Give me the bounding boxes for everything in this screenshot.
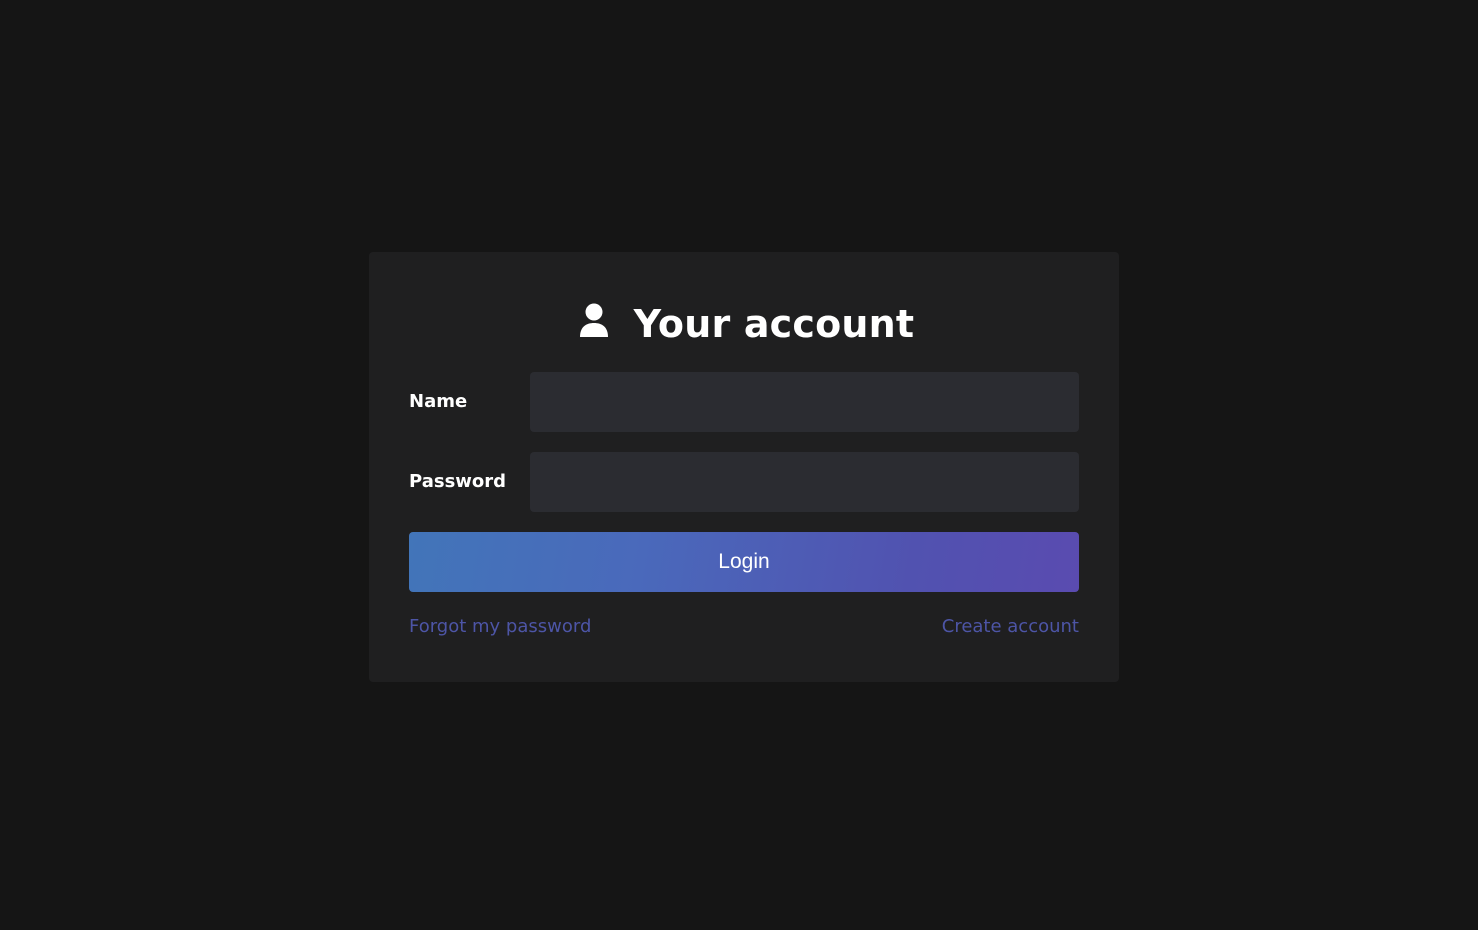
name-input[interactable] (530, 372, 1079, 432)
card-header: Your account (7, 296, 1478, 352)
password-label: Password (409, 471, 507, 492)
password-input[interactable] (530, 452, 1079, 512)
name-label: Name (409, 391, 468, 412)
user-icon (578, 303, 610, 339)
create-account-link[interactable]: Create account (942, 616, 1079, 637)
page-title: Your account (633, 302, 915, 346)
forgot-password-link[interactable]: Forgot my password (409, 616, 591, 637)
login-button[interactable]: Login (409, 532, 1079, 592)
